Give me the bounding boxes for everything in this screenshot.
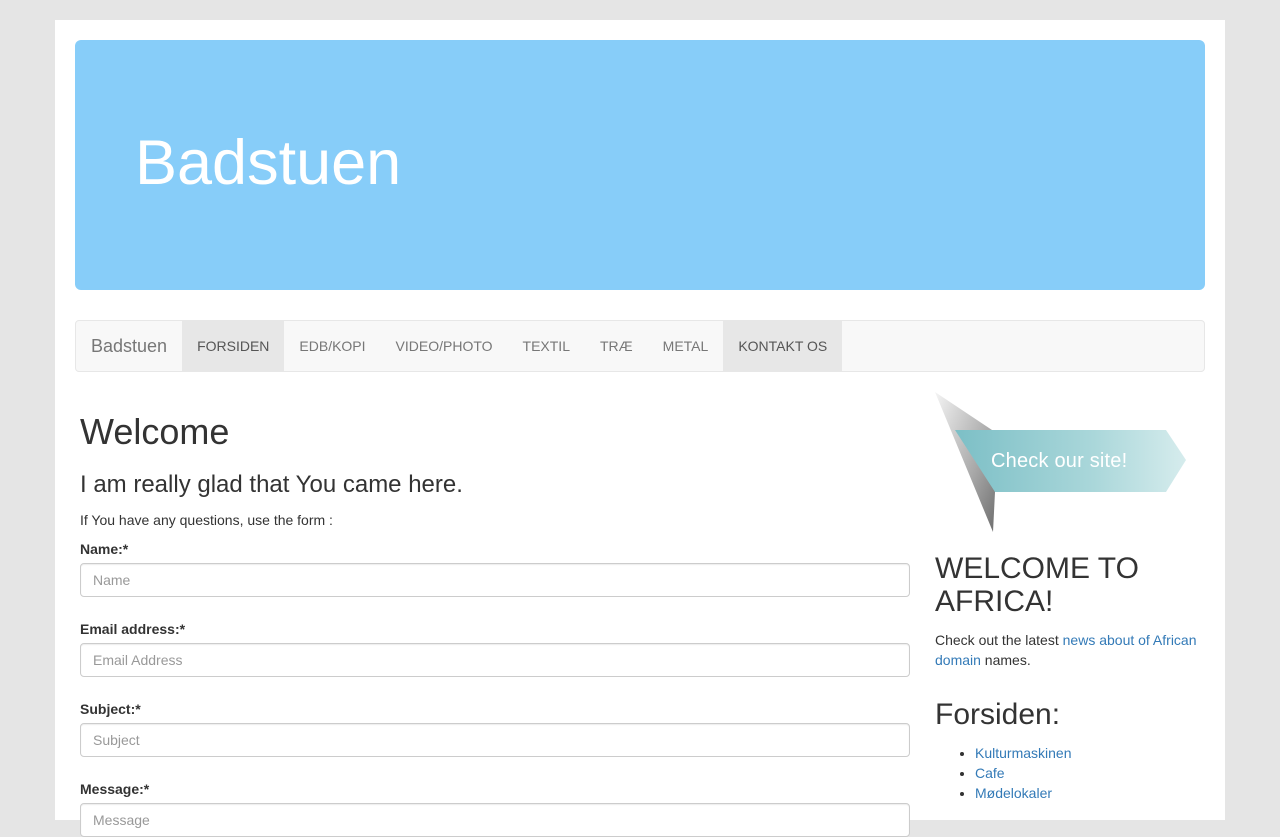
navbar-brand[interactable]: Badstuen <box>76 321 182 371</box>
africa-text: Check out the latest news about of Afric… <box>935 630 1205 670</box>
list-item: Cafe <box>975 763 1205 783</box>
forsiden-section-title: Forsiden: <box>935 698 1061 731</box>
subject-label: Subject:* <box>80 700 141 717</box>
email-field-group: Email address:* <box>80 621 910 677</box>
form-intro: If You have any questions, use the form … <box>80 511 333 528</box>
page-title: Welcome <box>80 411 230 452</box>
subject-input[interactable] <box>80 722 910 757</box>
link-kulturmaskinen[interactable]: Kulturmaskinen <box>975 745 1072 761</box>
message-input[interactable] <box>80 802 910 837</box>
nav-item-forsiden[interactable]: FORSIDEN <box>182 321 285 371</box>
nav-item-kontakt-os[interactable]: KONTAKT OS <box>723 321 843 371</box>
list-item: Kulturmaskinen <box>975 743 1205 763</box>
link-modelokaler[interactable]: Mødelokaler <box>975 785 1052 801</box>
name-field-group: Name:* <box>80 541 910 597</box>
name-label: Name:* <box>80 540 129 557</box>
link-cafe[interactable]: Cafe <box>975 765 1005 781</box>
africa-title: WELCOME TO AFRICA! <box>935 552 1139 618</box>
contact-form: Name:* Email address:* Subject:* Message… <box>80 541 910 837</box>
main-navbar: Badstuen FORSIDEN EDB/KOPI VIDEO/PHOTO T… <box>75 320 1205 372</box>
message-label: Message:* <box>80 780 150 797</box>
header-banner: Badstuen <box>75 40 1205 290</box>
sidebar: Check our site! WELCOME TO AFRICA! Check… <box>935 392 1205 803</box>
nav-item-metal[interactable]: METAL <box>648 321 724 371</box>
banner-label: Check our site! <box>991 450 1128 472</box>
africa-text-before: Check out the latest <box>935 632 1063 648</box>
nav-item-textil[interactable]: TEXTIL <box>508 321 585 371</box>
main-content: Welcome I am really glad that You came h… <box>80 410 910 837</box>
nav-item-video-photo[interactable]: VIDEO/PHOTO <box>381 321 508 371</box>
page-subtitle: I am really glad that You came here. <box>80 470 463 498</box>
page-container: Badstuen Badstuen FORSIDEN EDB/KOPI VIDE… <box>55 20 1225 837</box>
africa-text-after: names. <box>980 652 1031 668</box>
list-item: Mødelokaler <box>975 783 1205 803</box>
subject-field-group: Subject:* <box>80 701 910 757</box>
nav-item-trae[interactable]: TRÆ <box>585 321 648 371</box>
message-field-group: Message:* <box>80 781 910 837</box>
name-input[interactable] <box>80 562 910 597</box>
email-label: Email address:* <box>80 620 186 637</box>
email-input[interactable] <box>80 642 910 677</box>
forsiden-link-list: Kulturmaskinen Cafe Mødelokaler <box>935 743 1205 803</box>
check-our-site-banner[interactable]: Check our site! <box>935 392 1195 532</box>
site-title: Badstuen <box>135 128 402 198</box>
nav-item-edb-kopi[interactable]: EDB/KOPI <box>284 321 380 371</box>
